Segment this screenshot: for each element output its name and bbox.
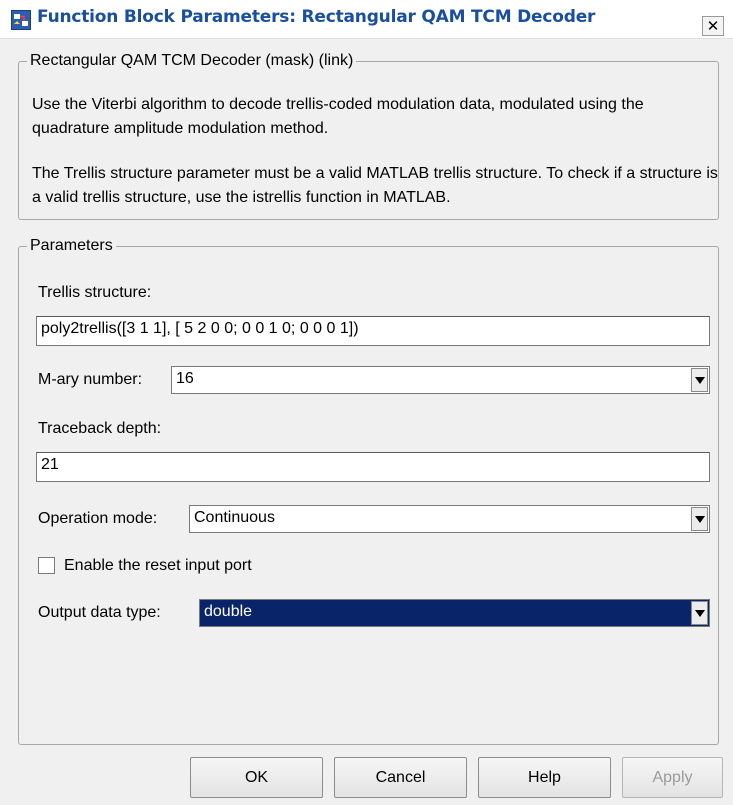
traceback-depth-label: Traceback depth: [38, 420, 162, 437]
parameters-group: Parameters [18, 237, 719, 745]
mary-number-label: M-ary number: [38, 371, 143, 388]
output-data-type-value: double [204, 603, 253, 620]
output-data-type-label: Output data type: [38, 604, 161, 621]
trellis-structure-input[interactable]: poly2trellis([3 1 1], [ 5 2 0 0; 0 0 1 0… [36, 316, 710, 346]
mary-number-dropdown[interactable]: 16 [171, 366, 710, 394]
reset-port-label[interactable]: Enable the reset input port [64, 557, 252, 575]
chevron-down-icon[interactable] [691, 368, 708, 392]
traceback-depth-input[interactable]: 21 [36, 452, 710, 482]
dialog-window: Function Block Parameters: Rectangular Q… [0, 0, 733, 805]
window-title: Function Block Parameters: Rectangular Q… [37, 7, 596, 27]
help-button[interactable]: Help [478, 757, 611, 798]
reset-port-checkbox[interactable] [38, 557, 55, 574]
description-paragraph-1: Use the Viterbi algorithm to decode trel… [32, 96, 644, 137]
mary-number-value: 16 [176, 370, 194, 387]
operation-mode-value: Continuous [194, 509, 275, 526]
description-group-title: Rectangular QAM TCM Decoder (mask) (link… [30, 52, 354, 69]
output-data-type-dropdown[interactable]: double [199, 599, 710, 627]
close-icon: ✕ [706, 16, 720, 35]
close-button[interactable]: ✕ [702, 16, 724, 36]
parameters-group-title: Parameters [30, 237, 113, 254]
operation-mode-dropdown[interactable]: Continuous [189, 505, 710, 533]
trellis-structure-label: Trellis structure: [38, 284, 152, 301]
apply-button[interactable]: Apply [622, 757, 723, 798]
ok-button[interactable]: OK [190, 757, 323, 798]
simulink-block-icon [11, 10, 31, 30]
description-paragraph-2: The Trellis structure parameter must be … [32, 165, 718, 206]
operation-mode-label: Operation mode: [38, 510, 158, 527]
chevron-down-icon[interactable] [691, 601, 708, 625]
title-bar[interactable]: Function Block Parameters: Rectangular Q… [0, 0, 733, 39]
chevron-down-icon[interactable] [691, 507, 708, 531]
cancel-button[interactable]: Cancel [334, 757, 467, 798]
